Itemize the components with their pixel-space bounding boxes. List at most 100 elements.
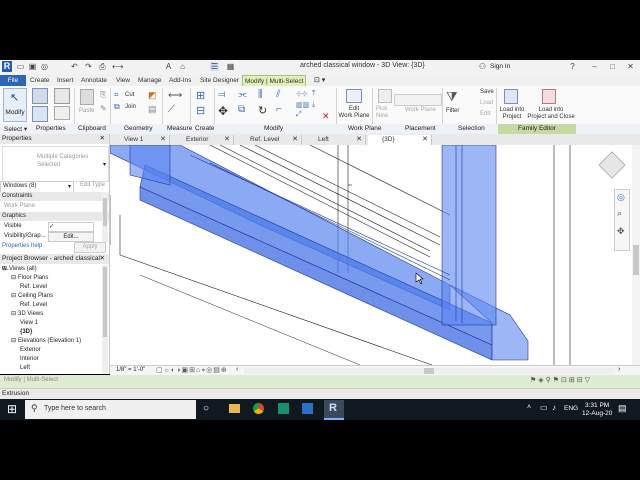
load-into-project-close-label[interactable]: Load into Project and Close [526,107,576,121]
close-icon[interactable]: ✕ [626,62,635,71]
properties-scrollbar[interactable] [102,192,108,242]
properties-icon[interactable] [32,88,48,104]
clock-date[interactable]: 12-Aug-20 [582,410,612,417]
scroll-thumb[interactable] [424,368,434,374]
notifications-icon[interactable]: ▤ [618,403,627,414]
delete-icon[interactable]: ✕ [322,111,330,122]
create-similar-icon[interactable]: ⊟ [196,104,205,117]
pan-icon[interactable]: ✥ [617,226,625,237]
text-icon[interactable]: A [164,62,173,71]
pick-new-label[interactable]: Pick New [376,106,388,120]
revit-logo[interactable]: R [2,61,12,72]
steering-wheel-icon[interactable]: ◎ [617,192,625,203]
zoom-icon[interactable]: ⌕ [617,208,622,219]
view-tab[interactable]: View 1 ✕ [110,135,170,145]
trim-icon[interactable]: ⌐ [276,104,282,115]
browser-tree-item[interactable]: Interior [20,355,39,364]
load-into-project-label[interactable]: Load into Project [498,107,526,121]
view-tab[interactable]: Left ✕ [304,135,366,145]
browser-tree-item[interactable]: Exterior [20,346,41,355]
media-app-icon[interactable] [278,403,289,414]
browser-tree-item[interactable]: ⊟ Elevations (Elevation 1) [11,337,81,346]
scroll-thumb[interactable] [103,267,107,337]
print-icon[interactable]: ⎙ [98,62,107,71]
offset-icon[interactable]: ⫘ [238,89,247,100]
paste-icon[interactable] [80,89,94,105]
close-tab-icon[interactable]: ✕ [356,135,362,145]
thin-lines-icon[interactable]: ☰ [210,62,219,71]
edit-work-plane-icon[interactable] [346,89,362,103]
visibility-edit-button[interactable]: Edit... [48,232,94,242]
network-icon[interactable]: ▭ [540,403,548,412]
measure-icon[interactable]: ⟷ [112,62,123,71]
tab-file[interactable]: File [0,75,26,86]
clock-time[interactable]: 3:31 PM [585,402,609,409]
dimension-icon[interactable]: ⟋ [168,104,175,115]
split-icon[interactable]: ⊹⊹ [296,90,308,98]
save-selection[interactable]: Save [480,89,494,95]
properties-group[interactable]: Graphics [0,212,109,221]
expand-toggle-icon[interactable]: ⊟ [11,338,16,344]
browser-scrollbar[interactable] [102,265,108,373]
browser-tree-item[interactable]: ⊟ Ceiling Plans [11,292,53,301]
close-tab-icon[interactable]: ✕ [160,135,166,145]
taskbar-search-box[interactable]: ⚲ Type here to search [25,400,196,419]
close-properties-icon[interactable]: ✕ [100,134,105,144]
tab-insert[interactable]: Insert [55,75,75,86]
status-tool-icons[interactable]: ⚑◈⚲⚑⊡⊞⊟▽ [530,376,592,384]
load-into-project-icon[interactable] [504,89,518,104]
tab-add-ins[interactable]: Add-Ins [167,75,193,86]
tab-create[interactable]: Create [28,75,52,86]
browser-tree-item[interactable]: {3D} [20,328,32,337]
tab-manage[interactable]: Manage [136,75,164,86]
create-group-icon[interactable]: ⊞ [196,89,205,102]
drawing-canvas[interactable]: ◎ ⌕ ✥ [110,145,632,365]
category-icon[interactable] [54,106,70,120]
work-plane-dropdown[interactable] [394,94,442,106]
align-icon[interactable]: ⫤ [218,89,226,100]
array-icon[interactable]: ▥▥ [296,101,309,109]
edit-work-plane-label[interactable]: Edit Work Plane [338,106,370,120]
scroll-thumb[interactable] [633,245,639,275]
windows-start-icon[interactable]: ⊞ [7,402,17,416]
expand-toggle-icon[interactable]: ⊟ [2,266,7,272]
edit-type-button[interactable]: Edit Type [80,182,105,188]
filter-icon[interactable]: ⧩ [446,89,458,105]
measure-tool-icon[interactable]: ⟷ [168,90,182,101]
user-icon[interactable]: ⚇ [478,62,487,71]
view-tab[interactable]: Ref. Level ✕ [236,135,302,145]
view-horizontal-scrollbar[interactable] [244,368,614,374]
sign-in-link[interactable]: Sign In [490,63,510,70]
paste-label[interactable]: Paste [79,108,94,114]
tray-chevron-icon[interactable]: ˄ [527,404,531,411]
join-icon[interactable]: ⧉ [114,102,120,112]
minimize-icon[interactable]: – [590,62,599,71]
properties-group[interactable]: Constraints [0,192,109,201]
redo-icon[interactable]: ↷ [84,62,93,71]
chrome-icon[interactable] [253,403,264,414]
close-tab-icon[interactable]: ✕ [292,135,298,145]
scale-selector[interactable]: 1/8" = 1'-0" [116,367,145,373]
browser-tree-item[interactable]: Left [20,364,30,373]
view-vertical-scrollbar[interactable] [632,145,640,365]
type-selector[interactable]: Multiple Categories Selected ▾ [2,146,109,182]
move-icon[interactable]: ✥ [218,104,228,118]
expand-toggle-icon[interactable]: ⊟ [11,293,16,299]
properties-help-link[interactable]: Properties help [2,243,42,249]
browser-tree-item[interactable]: ⊟ 3D Views [11,310,43,319]
join-label[interactable]: Join [125,104,136,110]
view-tab[interactable]: {3D} ✕ [368,135,432,145]
pick-new-icon[interactable] [378,89,392,103]
photos-app-icon[interactable] [302,403,313,414]
view-tab[interactable]: Exterior ✕ [172,135,234,145]
expand-toggle-icon[interactable]: ⊟ [11,275,16,281]
help-icon[interactable]: ? [568,62,577,71]
language-indicator[interactable]: ENG [564,405,578,412]
scroll-right-icon[interactable]: › [618,366,620,373]
modify-button[interactable]: ↖ Modify [3,88,27,122]
task-view-icon[interactable]: ○ [203,403,209,414]
apply-button[interactable]: Apply [74,242,106,253]
filter-label[interactable]: Filter [446,108,459,114]
browser-tree-item[interactable]: ⊟ Views (all) [2,265,37,274]
switch-windows-icon[interactable]: ▦ [226,62,235,71]
